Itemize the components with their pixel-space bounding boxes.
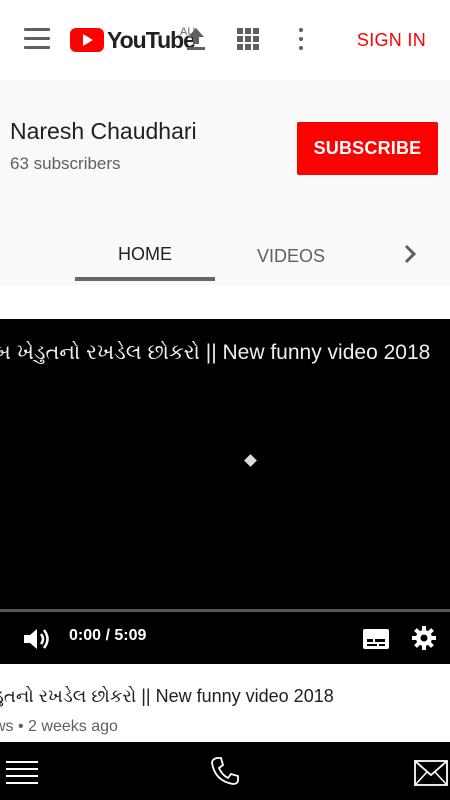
phone-icon[interactable] [209, 755, 241, 787]
tab-videos[interactable]: VIDEOS [226, 231, 356, 281]
video-player[interactable]: બ ખેડુતનો રખડેલ છોકરો || New funny video… [0, 319, 450, 664]
subscribe-button[interactable]: SUBSCRIBE [297, 122, 438, 175]
youtube-play-icon [70, 28, 104, 52]
top-app-bar: YouTube AU SIGN IN [0, 0, 450, 80]
loading-indicator [244, 454, 257, 467]
upload-icon[interactable] [184, 26, 208, 52]
captions-icon[interactable] [362, 626, 390, 652]
progress-bar[interactable] [0, 609, 450, 612]
apps-grid-icon[interactable] [237, 28, 259, 50]
video-title[interactable]: ડુતનો રખડેલ છોકરો || New funny video 201… [0, 686, 450, 707]
player-title-overlay: બ ખેડુતનો રખડેલ છોકરો || New funny video… [0, 341, 431, 364]
sign-in-button[interactable]: SIGN IN [342, 28, 426, 52]
more-vert-icon[interactable] [298, 28, 304, 52]
chevron-right-icon[interactable] [398, 242, 422, 266]
tab-home[interactable]: HOME [75, 231, 215, 281]
time-display: 0:00 / 5:09 [69, 627, 147, 644]
channel-header: Naresh Chaudhari 63 subscribers SUBSCRIB… [0, 80, 450, 285]
youtube-logo[interactable]: YouTube [70, 27, 196, 53]
video-meta: ws • 2 weeks ago [0, 718, 118, 735]
bottom-bar [0, 742, 450, 800]
mail-icon[interactable] [414, 760, 448, 786]
hamburger-icon[interactable] [24, 28, 50, 50]
menu-icon[interactable] [6, 758, 38, 788]
channel-name: Naresh Chaudhari [10, 118, 197, 144]
gear-icon[interactable] [411, 625, 437, 651]
volume-icon[interactable] [22, 626, 52, 652]
subscriber-count: 63 subscribers [10, 154, 121, 173]
